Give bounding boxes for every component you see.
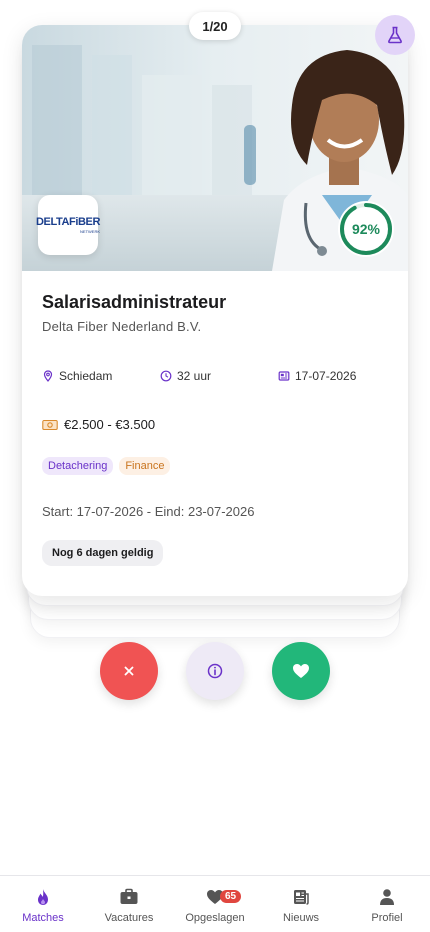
newspaper-icon — [278, 371, 290, 381]
action-buttons — [0, 642, 430, 702]
flask-icon — [388, 26, 402, 44]
match-score-value: 92% — [351, 221, 381, 237]
flame-icon — [38, 889, 48, 905]
tag-detachering: Detachering — [42, 457, 114, 475]
heart-icon — [293, 664, 309, 678]
job-salary: €2.500 - €3.500 — [42, 417, 388, 432]
company-name: Delta Fiber Nederland B.V. — [42, 319, 202, 334]
reject-button[interactable] — [100, 642, 158, 700]
newspaper-icon — [294, 890, 309, 905]
job-period: Start: 17-07-2026 - Eind: 23-07-2026 — [42, 504, 255, 519]
job-date: 17-07-2026 — [278, 369, 356, 383]
saved-count-badge: 65 — [220, 890, 242, 903]
job-hours: 32 uur — [160, 369, 278, 383]
bottom-tab-bar: Matches Vacatures 65 Opgeslagen Nieuws P… — [0, 875, 430, 932]
location-pin-icon — [43, 370, 53, 382]
job-title: Salarisadministrateur — [42, 292, 227, 312]
tab-matches[interactable]: Matches — [0, 876, 86, 932]
like-button[interactable] — [272, 642, 330, 700]
tag-finance: Finance — [119, 457, 171, 475]
card-counter: 1/20 — [189, 12, 241, 40]
tab-profiel[interactable]: Profiel — [344, 876, 430, 932]
briefcase-icon — [120, 888, 138, 904]
job-card[interactable]: DELTAFiBER NETWERK 92% Salarisadministra… — [22, 25, 408, 596]
info-icon — [207, 663, 223, 679]
money-icon — [42, 419, 58, 430]
company-logo: DELTAFiBER NETWERK — [36, 195, 100, 255]
tab-vacatures[interactable]: Vacatures — [86, 876, 172, 932]
person-icon — [380, 889, 394, 905]
tab-nieuws[interactable]: Nieuws — [258, 876, 344, 932]
job-tags: Detachering Finance — [42, 457, 388, 475]
close-icon — [124, 666, 134, 676]
info-button[interactable] — [186, 642, 244, 700]
validity-badge: Nog 6 dagen geldig — [42, 540, 164, 566]
match-score-ring: 92% — [338, 201, 394, 257]
job-hero-image: DELTAFiBER NETWERK 92% — [22, 25, 408, 271]
clock-icon — [160, 370, 172, 382]
tab-opgeslagen[interactable]: 65 Opgeslagen — [172, 876, 258, 932]
job-location: Schiedam — [42, 369, 160, 383]
flask-button[interactable] — [375, 15, 415, 55]
